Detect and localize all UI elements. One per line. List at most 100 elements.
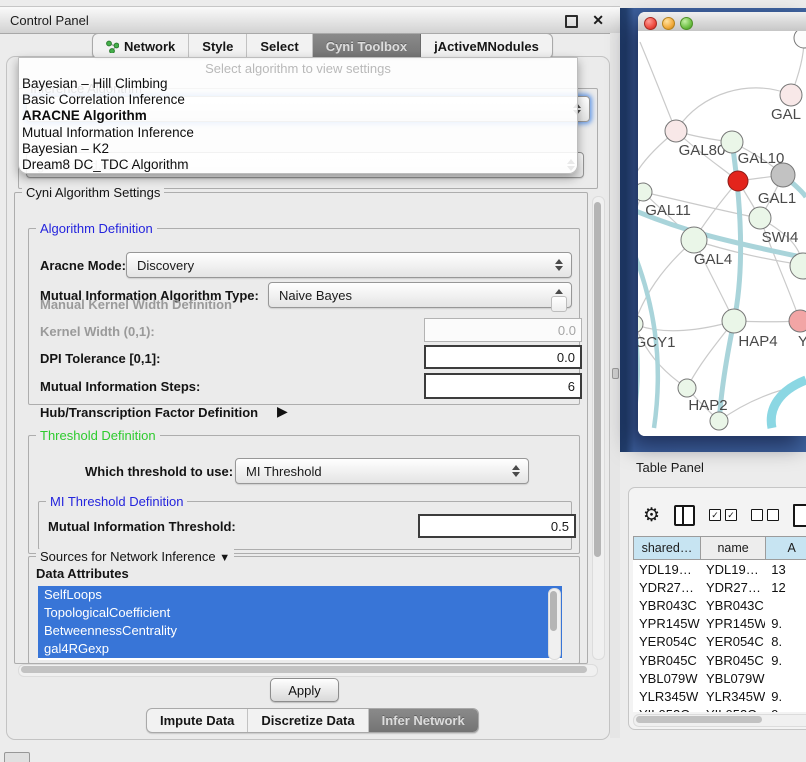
which-threshold-combo[interactable]: MI Threshold [235, 458, 529, 484]
table-cell: 12 [765, 578, 806, 596]
table-cell: YDL19… [633, 560, 700, 578]
algorithm-popup-item[interactable]: Basic Correlation Inference [19, 92, 577, 108]
data-attribute-item[interactable]: SelfLoops [38, 586, 562, 604]
algorithm-definition-title: Algorithm Definition [36, 221, 157, 236]
table-cell [765, 669, 806, 687]
network-node-label: SWI4 [762, 229, 799, 246]
manual-kernel-checkbox[interactable] [551, 296, 567, 312]
mi-type-combo[interactable]: Naive Bayes [268, 282, 572, 308]
attributes-scrollbar-thumb[interactable] [550, 591, 557, 631]
network-node-gal11[interactable] [638, 183, 652, 201]
table-row[interactable]: YDR27…YDR27…12 [633, 578, 806, 596]
float-panel-icon[interactable] [565, 15, 578, 28]
algorithm-popup-list: Bayesian – Hill ClimbingBasic Correlatio… [19, 76, 577, 173]
table-column-header[interactable]: name [700, 536, 765, 560]
close-window-icon[interactable] [644, 17, 657, 30]
apply-button[interactable]: Apply [270, 678, 339, 702]
network-node-label: GCY1 [638, 334, 675, 351]
tab-select[interactable]: Select [247, 34, 312, 58]
table-column-header[interactable]: shared… [633, 536, 700, 560]
table-column-header[interactable]: A [765, 536, 806, 560]
network-node[interactable] [771, 163, 795, 187]
network-node-gcy1[interactable] [638, 315, 643, 333]
attributes-vertical-scrollbar[interactable] [548, 588, 561, 660]
zoom-window-icon[interactable] [680, 17, 693, 30]
mi-steps-field[interactable]: 6 [424, 373, 582, 399]
deselect-all-columns-icon[interactable] [751, 509, 779, 521]
docked-panel-icon[interactable] [4, 752, 30, 762]
table-row[interactable]: YBR043CYBR043C [633, 596, 806, 614]
algorithm-popup-item[interactable]: Bayesian – K2 [19, 141, 577, 157]
table-row[interactable]: YER054CYER054C8. [633, 633, 806, 651]
data-attribute-item[interactable]: gal4RGexp [38, 640, 562, 658]
combo-arrows-icon [551, 259, 571, 271]
network-node-hap4[interactable] [722, 309, 746, 333]
table-horizontal-scrollbar[interactable] [633, 714, 806, 727]
network-edge[interactable] [771, 380, 806, 428]
node-table: shared…nameA YDL19…YDL19…13YDR27…YDR27…1… [633, 536, 806, 712]
table-cell: YBL079W [700, 669, 765, 687]
cyni-mode-tabs: Impute DataDiscretize DataInfer Network [146, 708, 479, 733]
data-attribute-item[interactable]: BetweennessCentrality [38, 622, 562, 640]
network-edge[interactable] [732, 142, 741, 321]
panel-divider[interactable] [610, 33, 620, 738]
table-cell: YIL052C [633, 706, 700, 713]
algorithm-popup-item[interactable]: ARACNE Algorithm [19, 108, 577, 124]
table-row[interactable]: YLR345WYLR345W9. [633, 687, 806, 705]
settings-vertical-scrollbar[interactable] [592, 196, 605, 660]
table-hscrollbar-thumb[interactable] [636, 716, 762, 723]
select-all-columns-icon[interactable]: ✓✓ [709, 509, 737, 521]
data-attribute-item[interactable]: TopologicalCoefficient [38, 604, 562, 622]
settings-hscrollbar-thumb[interactable] [21, 666, 587, 673]
algorithm-popup-item[interactable]: Mutual Information Inference [19, 125, 577, 141]
settings-scrollbar-thumb[interactable] [594, 202, 601, 557]
tab-cyni-toolbox[interactable]: Cyni Toolbox [313, 34, 421, 58]
algorithm-popup-item[interactable]: Bayesian – Hill Climbing [19, 76, 577, 92]
kernel-width-field[interactable]: 0.0 [424, 318, 582, 342]
network-edge[interactable] [638, 240, 694, 324]
network-node-gal80[interactable] [665, 120, 687, 142]
data-attributes-list[interactable]: SelfLoopsTopologicalCoefficientBetweenne… [38, 586, 562, 660]
network-node-gal4[interactable] [681, 227, 707, 253]
export-table-icon[interactable] [793, 504, 806, 527]
tab-network[interactable]: Network [93, 34, 189, 58]
network-window-titlebar[interactable] [638, 12, 806, 32]
mi-threshold-field[interactable]: 0.5 [418, 514, 576, 538]
tab-jactivemnodules[interactable]: jActiveMNodules [421, 34, 552, 58]
network-node-gal[interactable] [780, 84, 802, 106]
network-node-y[interactable] [789, 310, 806, 332]
mi-threshold-group-title: MI Threshold Definition [46, 494, 187, 509]
algorithm-popup-item[interactable]: Dream8 DC_TDC Algorithm [19, 157, 577, 173]
table-cell: YLR345W [700, 687, 765, 705]
table-row[interactable]: YBR045CYBR045C9. [633, 651, 806, 669]
table-row[interactable]: YDL19…YDL19…13 [633, 560, 806, 578]
tab-style[interactable]: Style [189, 34, 247, 58]
network-node-hap2[interactable] [678, 379, 696, 397]
network-view-window[interactable]: GALGAL80GAL10GAL1SWI4GAL11GAL4GCY1HAP4YH… [638, 12, 806, 436]
minimize-window-icon[interactable] [662, 17, 675, 30]
hub-expander-label[interactable]: Hub/Transcription Factor Definition [40, 405, 258, 420]
network-node[interactable] [710, 412, 728, 430]
close-panel-icon[interactable]: ✕ [592, 12, 604, 29]
bottom-tab-discretize-data[interactable]: Discretize Data [248, 709, 368, 732]
network-node[interactable] [794, 31, 806, 48]
collapse-arrow-icon[interactable]: ▼ [219, 552, 230, 564]
network-node-swi4[interactable] [749, 207, 771, 229]
dpi-tolerance-field[interactable]: 0.0 [424, 345, 582, 369]
network-canvas[interactable]: GALGAL80GAL10GAL1SWI4GAL11GAL4GCY1HAP4YH… [638, 31, 806, 436]
table-settings-gear-icon[interactable]: ⚙ [643, 506, 660, 525]
table-row[interactable]: YBL079WYBL079W [633, 669, 806, 687]
data-attributes-label: Data Attributes [36, 566, 129, 581]
aracne-mode-combo[interactable]: Discovery [126, 252, 572, 278]
network-node-gal1[interactable] [728, 171, 748, 191]
table-rows: YDL19…YDL19…13YDR27…YDR27…12YBR043CYBR04… [633, 560, 806, 712]
settings-horizontal-scrollbar[interactable] [18, 664, 598, 677]
table-row[interactable]: YPR145WYPR145W9. [633, 615, 806, 633]
bottom-tab-infer-network[interactable]: Infer Network [369, 709, 478, 732]
bottom-tab-impute-data[interactable]: Impute Data [147, 709, 248, 732]
show-columns-icon[interactable] [674, 505, 695, 526]
network-edge[interactable] [640, 42, 676, 131]
table-row[interactable]: YIL052CYIL052C9. [633, 706, 806, 713]
divider-grip-icon[interactable] [612, 368, 619, 379]
expander-arrow-icon[interactable]: ▶ [277, 403, 288, 420]
